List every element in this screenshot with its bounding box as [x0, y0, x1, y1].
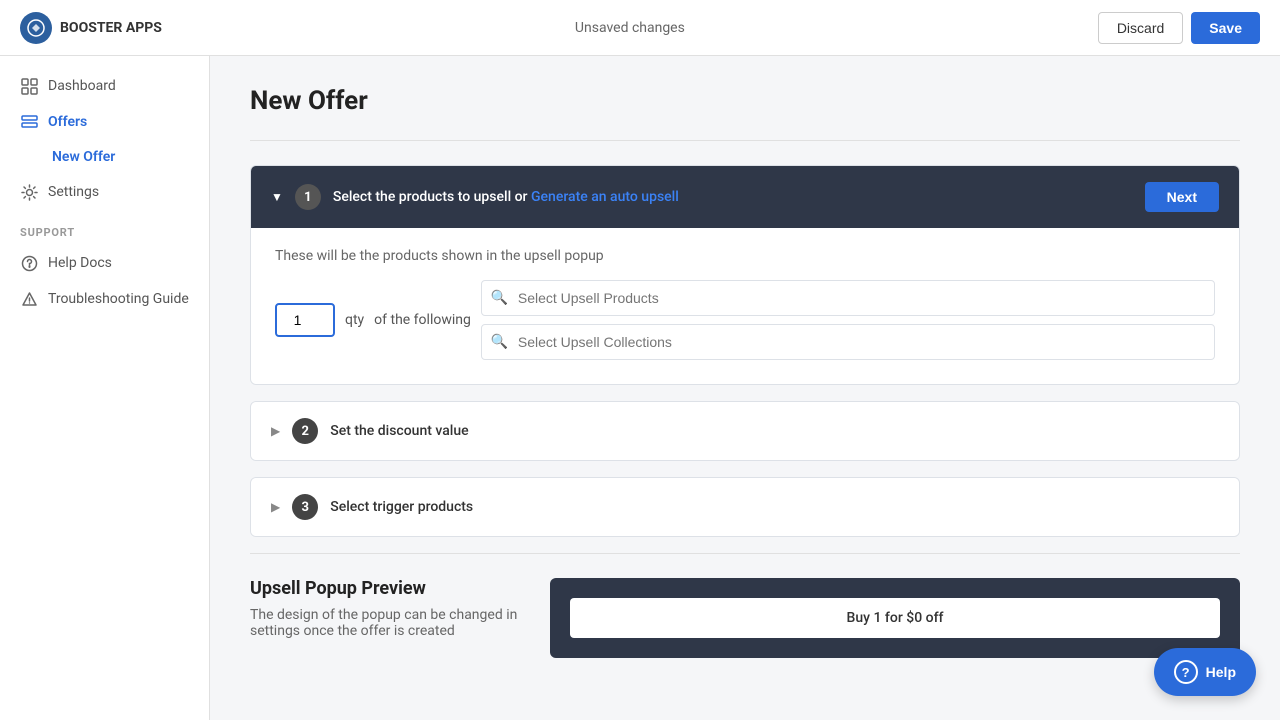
sidebar-item-troubleshooting[interactable]: Troubleshooting Guide [0, 281, 209, 317]
help-docs-icon [20, 254, 38, 272]
help-circle-icon: ? [1174, 660, 1198, 684]
qty-label: qty [345, 312, 364, 328]
logo-text: BOOSTER APPS [60, 20, 162, 36]
step-1-card: ▼ 1 Select the products to upsell or Gen… [250, 165, 1240, 385]
preview-title: Upsell Popup Preview [250, 578, 530, 599]
of-following-label: of the following [374, 312, 471, 328]
sidebar-item-offers[interactable]: Offers [0, 104, 209, 140]
products-search-input[interactable] [481, 280, 1215, 316]
help-docs-label: Help Docs [48, 255, 112, 271]
product-search-col: 🔍 🔍 [481, 280, 1215, 360]
help-button[interactable]: ? Help [1154, 648, 1256, 696]
products-search-wrap: 🔍 [481, 280, 1215, 316]
sidebar-item-help-docs[interactable]: Help Docs [0, 245, 209, 281]
logo-icon [20, 12, 52, 44]
step-3-title: Select trigger products [330, 499, 1219, 515]
topbar-actions: Discard Save [1098, 12, 1260, 44]
sidebar-item-settings[interactable]: Settings [0, 174, 209, 210]
auto-upsell-link[interactable]: Generate an auto upsell [531, 189, 679, 205]
help-label: Help [1206, 664, 1236, 680]
qty-input[interactable] [275, 303, 335, 337]
collections-search-icon: 🔍 [491, 334, 508, 350]
step-1-chevron[interactable]: ▼ [271, 190, 283, 204]
step-3-chevron: ▶ [271, 500, 280, 514]
step-3-number: 3 [292, 494, 318, 520]
title-divider [250, 140, 1240, 141]
topbar: BOOSTER APPS Unsaved changes Discard Sav… [0, 0, 1280, 56]
main-content: New Offer ▼ 1 Select the products to ups… [210, 56, 1280, 720]
preview-section: Upsell Popup Preview The design of the p… [250, 578, 1240, 658]
sidebar-item-new-offer[interactable]: New Offer [0, 140, 209, 174]
products-search-icon: 🔍 [491, 290, 508, 306]
step-1-title: Select the products to upsell or Generat… [333, 189, 1133, 205]
qty-row: qty of the following 🔍 🔍 [275, 280, 1215, 360]
step-1-number: 1 [295, 184, 321, 210]
step-3-card: ▶ 3 Select trigger products [250, 477, 1240, 537]
offers-icon [20, 113, 38, 131]
dashboard-icon [20, 77, 38, 95]
step-3-header[interactable]: ▶ 3 Select trigger products [251, 478, 1239, 536]
collections-search-input[interactable] [481, 324, 1215, 360]
settings-label: Settings [48, 184, 99, 200]
save-button[interactable]: Save [1191, 12, 1260, 44]
troubleshooting-label: Troubleshooting Guide [48, 291, 189, 307]
preview-divider [250, 553, 1240, 554]
unsaved-label: Unsaved changes [575, 20, 685, 36]
new-offer-label: New Offer [52, 149, 115, 165]
step-2-chevron: ▶ [271, 424, 280, 438]
support-section-label: SUPPORT [0, 210, 209, 245]
discard-button[interactable]: Discard [1098, 12, 1183, 44]
dashboard-label: Dashboard [48, 78, 116, 94]
step-2-card: ▶ 2 Set the discount value [250, 401, 1240, 461]
preview-inner: Buy 1 for $0 off [570, 598, 1220, 638]
preview-text: Buy 1 for $0 off [847, 610, 944, 626]
step-2-header[interactable]: ▶ 2 Set the discount value [251, 402, 1239, 460]
preview-box: Buy 1 for $0 off [550, 578, 1240, 658]
step-1-title-prefix: Select the products to upsell or [333, 189, 531, 205]
troubleshooting-icon [20, 290, 38, 308]
logo: BOOSTER APPS [20, 12, 162, 44]
page-title: New Offer [250, 86, 1240, 116]
step-1-header: ▼ 1 Select the products to upsell or Gen… [251, 166, 1239, 228]
step-1-description: These will be the products shown in the … [275, 248, 1215, 264]
sidebar-item-dashboard[interactable]: Dashboard [0, 68, 209, 104]
sidebar: Dashboard Offers New Offer Settings [0, 56, 210, 720]
preview-description: The design of the popup can be changed i… [250, 607, 530, 639]
next-button[interactable]: Next [1145, 182, 1219, 212]
offers-label: Offers [48, 114, 87, 130]
settings-icon [20, 183, 38, 201]
step-2-title: Set the discount value [330, 423, 1219, 439]
step-2-number: 2 [292, 418, 318, 444]
collections-search-wrap: 🔍 [481, 324, 1215, 360]
step-1-body: These will be the products shown in the … [251, 228, 1239, 384]
